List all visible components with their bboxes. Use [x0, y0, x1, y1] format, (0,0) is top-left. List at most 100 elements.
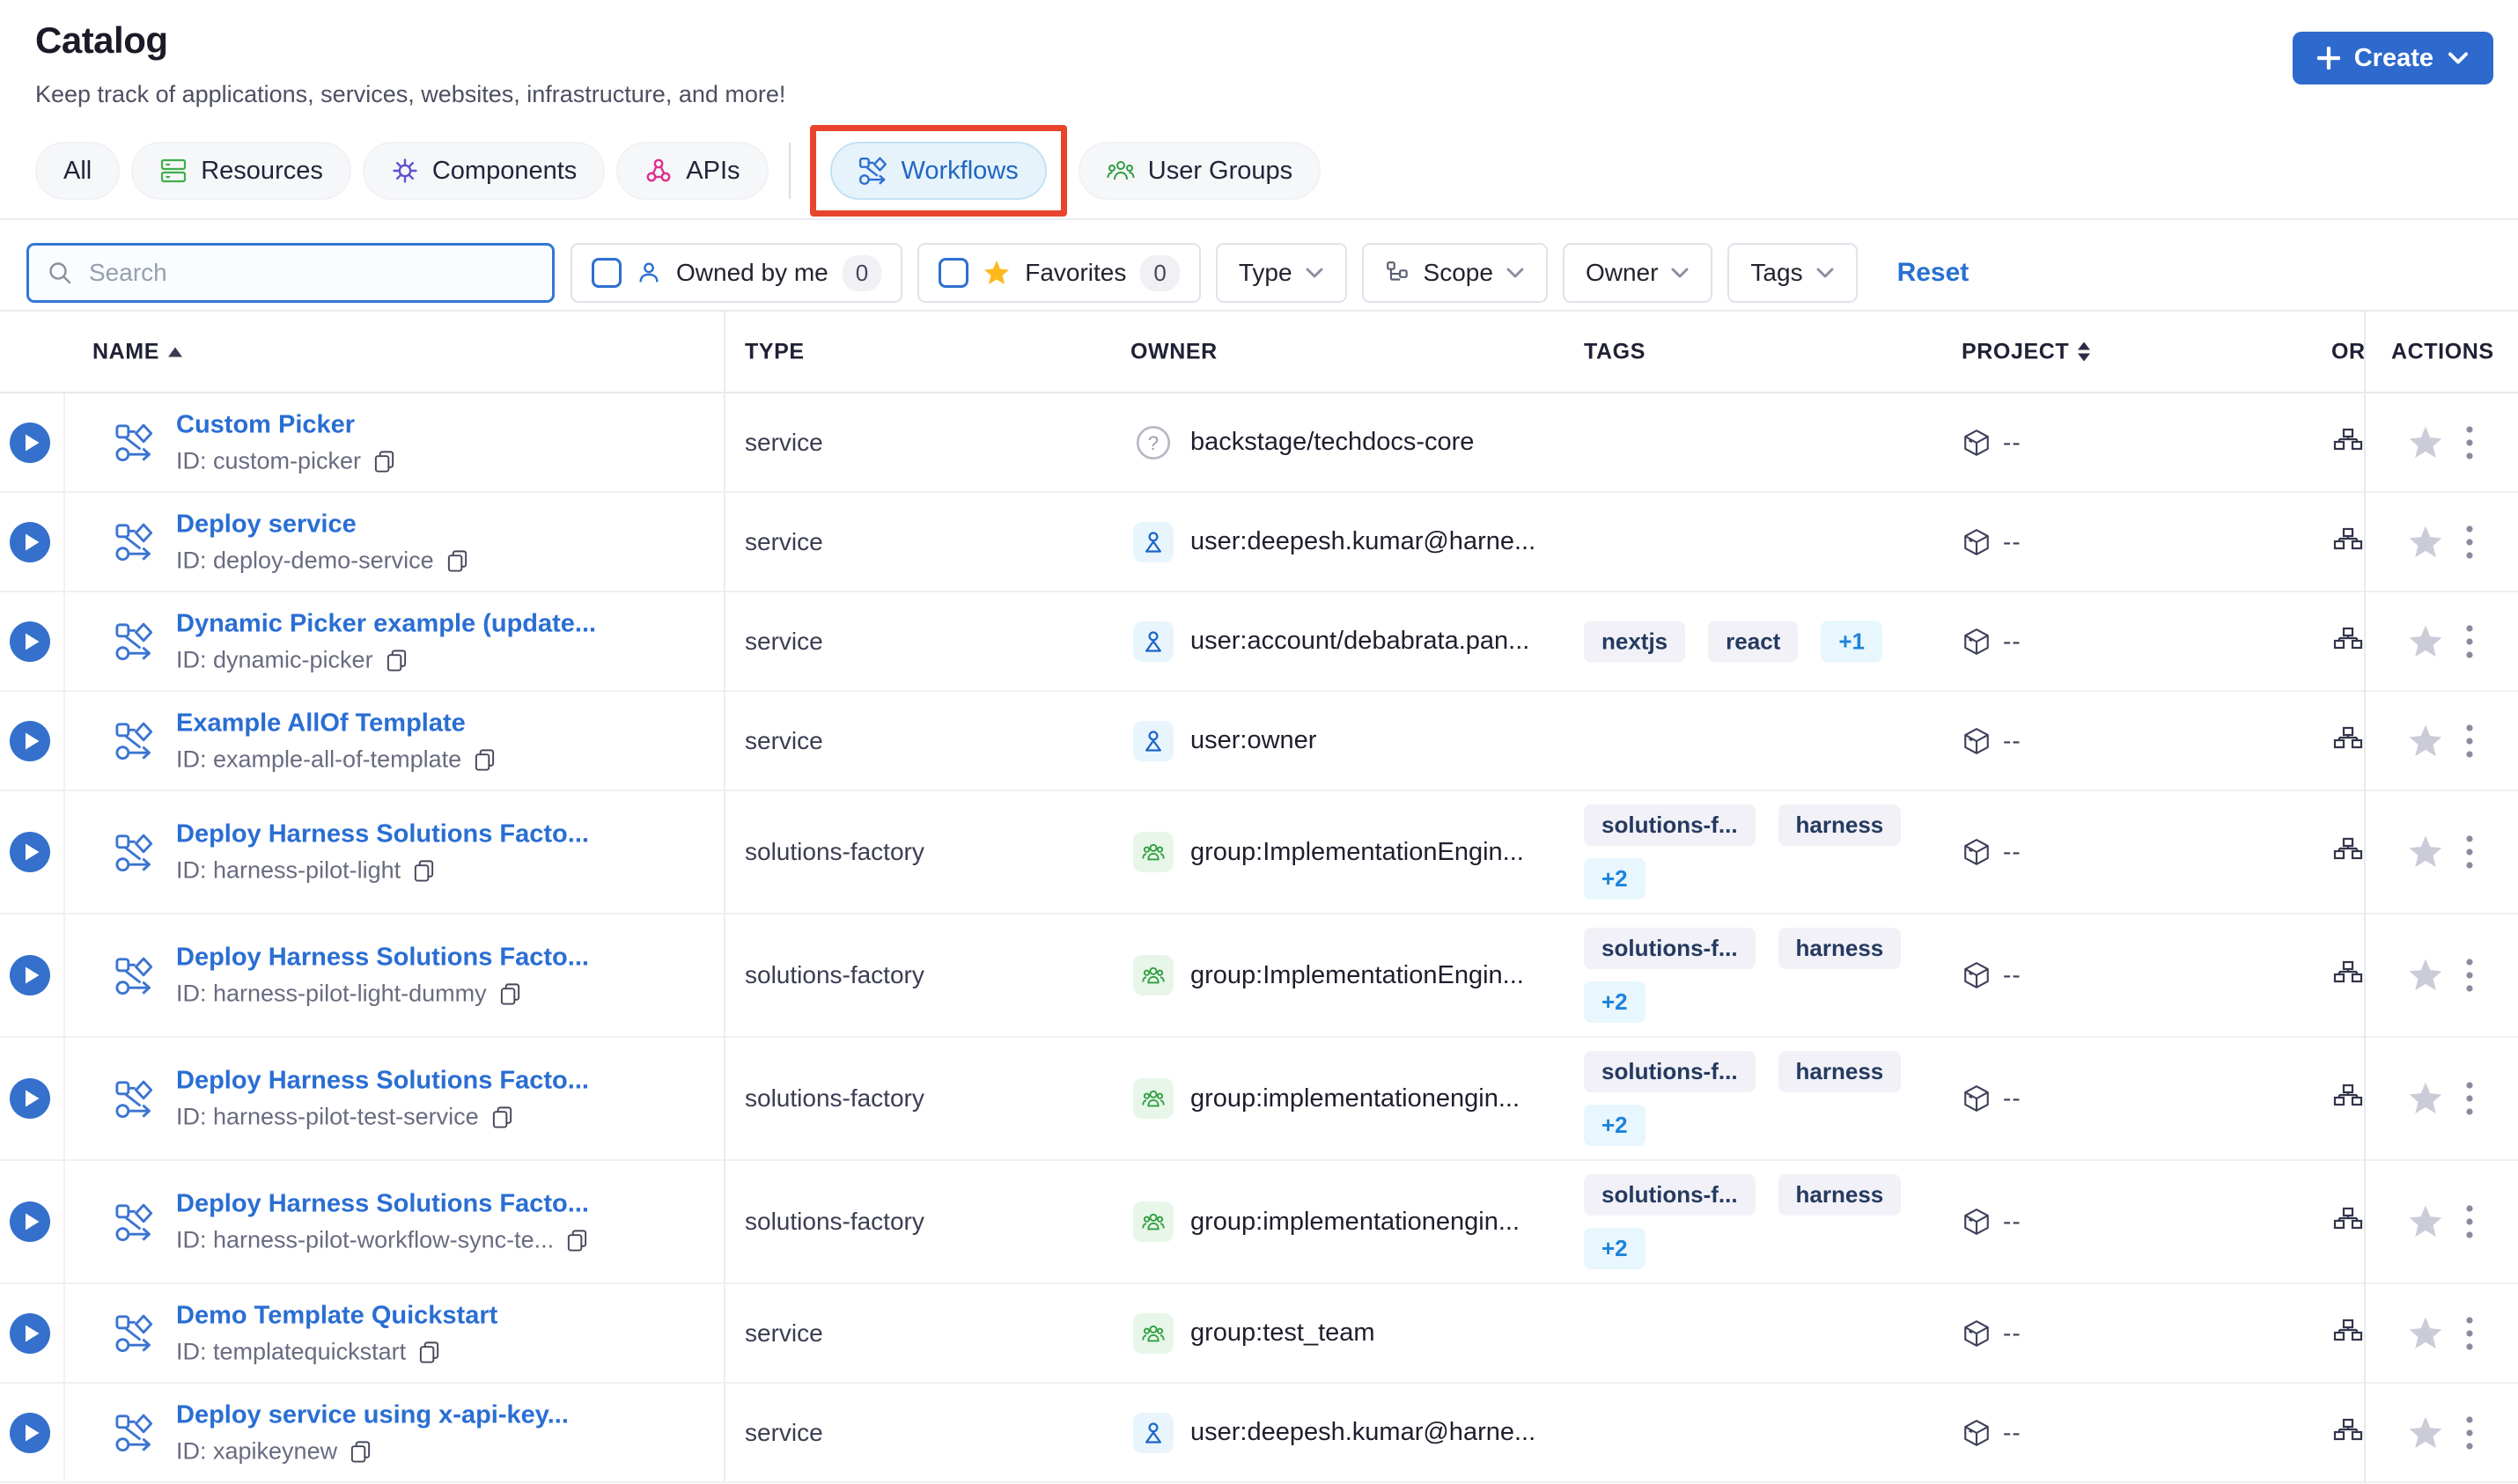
owned-by-me-filter[interactable]: Owned by me 0: [571, 243, 903, 303]
project-value: --: [2003, 527, 2021, 555]
copy-icon[interactable]: [473, 747, 497, 771]
tags-dropdown[interactable]: Tags: [1727, 243, 1858, 303]
row-menu-kebab-icon[interactable]: [2463, 955, 2476, 995]
create-button[interactable]: Create: [2292, 32, 2493, 84]
tab-resources[interactable]: Resources: [131, 142, 351, 200]
type-dropdown[interactable]: Type: [1215, 243, 1347, 303]
org-hierarchy-icon[interactable]: [2333, 960, 2363, 990]
favorite-star-button[interactable]: [2407, 1203, 2444, 1240]
row-menu-kebab-icon[interactable]: [2463, 621, 2476, 662]
workflow-name-link[interactable]: Deploy Harness Solutions Facto...: [176, 820, 589, 849]
resources-icon: [159, 157, 188, 185]
run-workflow-button[interactable]: [9, 521, 51, 563]
workflow-name-link[interactable]: Demo Template Quickstart: [176, 1301, 497, 1330]
org-hierarchy-icon[interactable]: [2333, 527, 2363, 557]
copy-icon[interactable]: [498, 982, 522, 1006]
copy-icon[interactable]: [412, 859, 436, 883]
more-tags-pill[interactable]: +1: [1821, 621, 1882, 662]
column-header-name[interactable]: NAME: [92, 339, 183, 364]
copy-icon[interactable]: [349, 1439, 372, 1463]
favorite-star-button[interactable]: [2407, 834, 2444, 871]
workflow-name-link[interactable]: Deploy service: [176, 510, 469, 539]
copy-icon[interactable]: [565, 1229, 589, 1253]
row-menu-kebab-icon[interactable]: [2463, 522, 2476, 562]
favorites-filter[interactable]: Favorites 0: [917, 243, 1201, 303]
tab-components[interactable]: Components: [362, 142, 606, 200]
owner-dropdown[interactable]: Owner: [1562, 243, 1713, 303]
user-owner-icon: [1133, 621, 1174, 662]
favorite-star-button[interactable]: [2407, 723, 2444, 760]
workflow-name-link[interactable]: Deploy service using x-api-key...: [176, 1400, 569, 1429]
tab-components-label: Components: [431, 156, 578, 185]
copy-icon[interactable]: [372, 449, 396, 473]
favorites-count: 0: [1140, 254, 1180, 291]
tab-user-groups[interactable]: User Groups: [1078, 142, 1322, 200]
workflow-project: --: [1962, 428, 2021, 458]
row-menu-kebab-icon[interactable]: [2463, 721, 2476, 761]
package-icon: [1962, 627, 1992, 657]
run-workflow-button[interactable]: [9, 954, 51, 996]
owner-name: user:deepesh.kumar@harne...: [1190, 1418, 1536, 1446]
org-hierarchy-icon[interactable]: [2333, 627, 2363, 657]
column-header-project[interactable]: PROJECT: [1962, 339, 2091, 364]
org-hierarchy-icon[interactable]: [2333, 1207, 2363, 1237]
row-menu-kebab-icon[interactable]: [2463, 1201, 2476, 1242]
run-workflow-button[interactable]: [9, 1201, 51, 1243]
row-menu-kebab-icon[interactable]: [2463, 832, 2476, 872]
favorite-star-button[interactable]: [2407, 1414, 2444, 1451]
row-menu-kebab-icon[interactable]: [2463, 1078, 2476, 1119]
workflow-icon: [114, 422, 155, 463]
reset-filters-link[interactable]: Reset: [1897, 258, 1969, 288]
org-hierarchy-icon[interactable]: [2333, 726, 2363, 756]
workflow-name-link[interactable]: Custom Picker: [176, 410, 396, 439]
tab-all[interactable]: All: [35, 142, 121, 200]
workflow-name-link[interactable]: Deploy Harness Solutions Facto...: [176, 1190, 589, 1219]
favorites-checkbox[interactable]: [939, 258, 969, 288]
workflow-id: ID: xapikeynew: [176, 1437, 338, 1464]
more-tags-pill[interactable]: +2: [1584, 1105, 1646, 1146]
tab-apis[interactable]: APIs: [616, 142, 769, 200]
workflow-name-link[interactable]: Example AllOf Template: [176, 709, 497, 738]
favorite-star-button[interactable]: [2407, 957, 2444, 994]
more-tags-pill[interactable]: +2: [1584, 981, 1646, 1023]
org-hierarchy-icon[interactable]: [2333, 837, 2363, 867]
org-hierarchy-icon[interactable]: [2333, 1418, 2363, 1448]
scope-dropdown[interactable]: Scope: [1361, 243, 1548, 303]
run-workflow-button[interactable]: [9, 422, 51, 464]
workflow-name-link[interactable]: Deploy Harness Solutions Facto...: [176, 1067, 589, 1096]
run-workflow-button[interactable]: [9, 831, 51, 873]
copy-icon[interactable]: [445, 548, 469, 572]
row-menu-kebab-icon[interactable]: [2463, 1313, 2476, 1354]
favorite-star-button[interactable]: [2407, 623, 2444, 660]
workflow-icon: [114, 1413, 155, 1453]
run-workflow-button[interactable]: [9, 1412, 51, 1454]
tag-pill: solutions-f...: [1584, 928, 1756, 969]
tab-workflows[interactable]: Workflows: [829, 142, 1047, 200]
tag-pill: harness: [1778, 928, 1902, 969]
row-menu-kebab-icon[interactable]: [2463, 422, 2476, 463]
row-menu-kebab-icon[interactable]: [2463, 1413, 2476, 1453]
org-hierarchy-icon[interactable]: [2333, 1084, 2363, 1113]
org-hierarchy-icon[interactable]: [2333, 428, 2363, 458]
run-workflow-button[interactable]: [9, 1077, 51, 1120]
workflow-name-link[interactable]: Deploy Harness Solutions Facto...: [176, 944, 589, 973]
more-tags-pill[interactable]: +2: [1584, 858, 1646, 900]
run-workflow-button[interactable]: [9, 621, 51, 663]
copy-icon[interactable]: [417, 1340, 441, 1363]
favorite-star-button[interactable]: [2407, 1080, 2444, 1117]
run-workflow-button[interactable]: [9, 720, 51, 762]
search-input[interactable]: [26, 243, 555, 303]
favorite-star-button[interactable]: [2407, 1315, 2444, 1352]
favorite-star-button[interactable]: [2407, 424, 2444, 461]
sort-icon: [2078, 342, 2091, 362]
copy-icon[interactable]: [490, 1106, 514, 1129]
workflow-name-link[interactable]: Dynamic Picker example (update...: [176, 609, 596, 638]
copy-icon[interactable]: [385, 648, 409, 672]
workflow-project: --: [1962, 627, 2021, 657]
table-body: Custom Picker ID: custom-picker service …: [0, 393, 2518, 1483]
more-tags-pill[interactable]: +2: [1584, 1228, 1646, 1269]
favorite-star-button[interactable]: [2407, 524, 2444, 561]
owned-by-me-checkbox[interactable]: [592, 258, 622, 288]
run-workflow-button[interactable]: [9, 1312, 51, 1355]
org-hierarchy-icon[interactable]: [2333, 1319, 2363, 1348]
